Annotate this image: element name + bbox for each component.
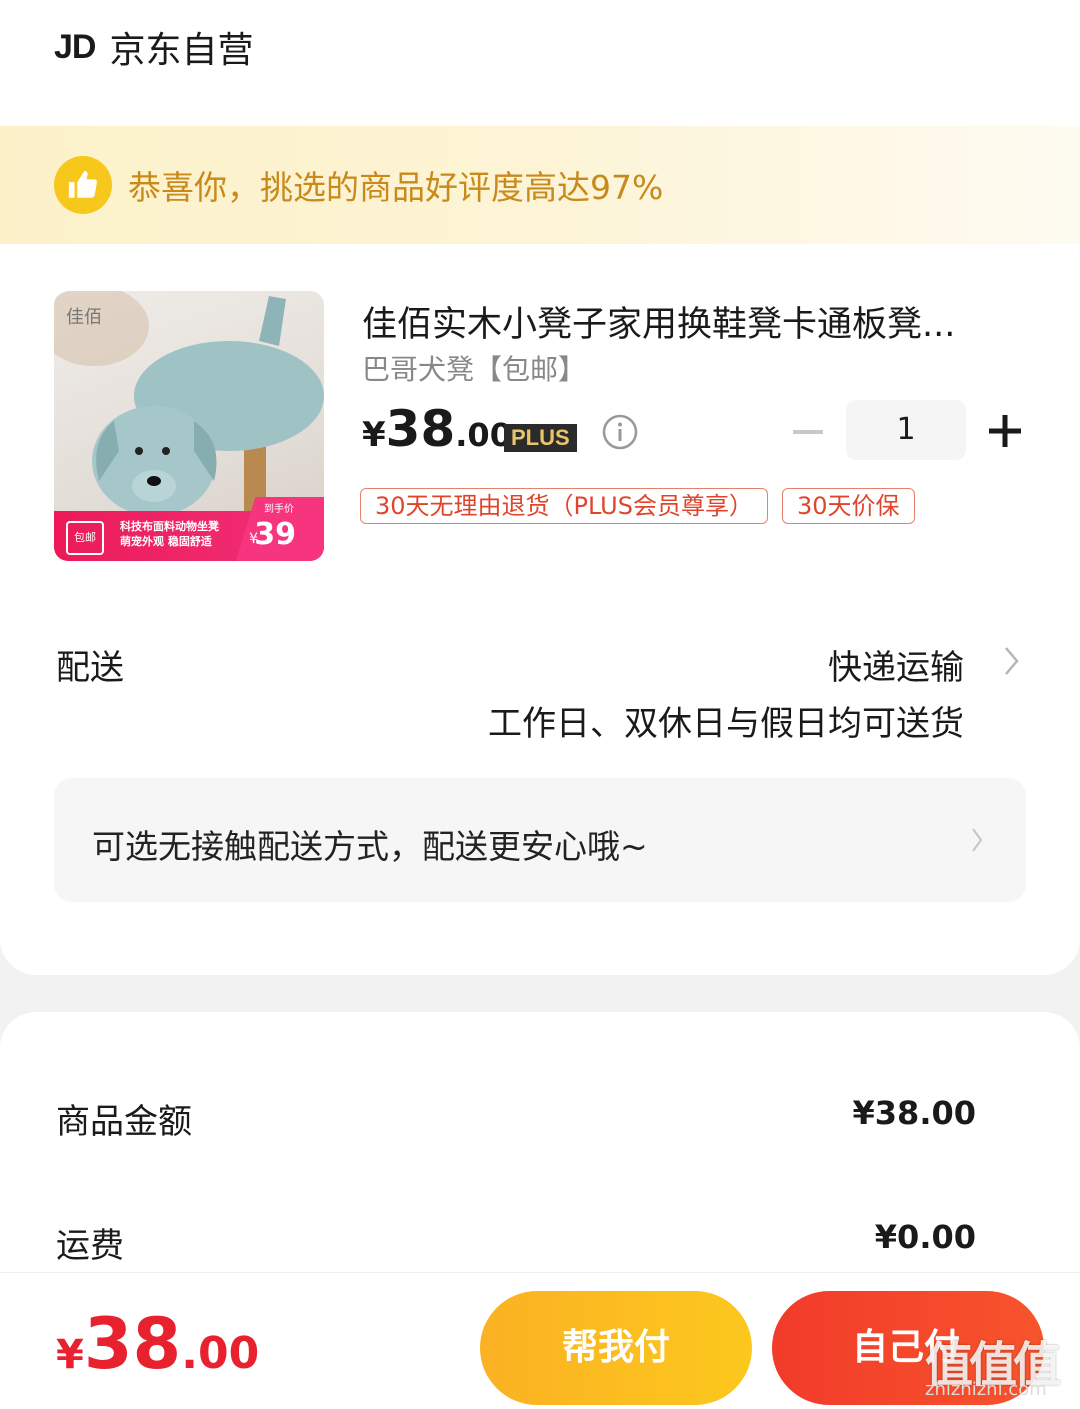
quantity-increase-button[interactable] xyxy=(986,412,1024,450)
help-me-pay-button[interactable]: 帮我付 xyxy=(480,1291,752,1405)
service-tags: 30天无理由退货（PLUS会员尊享） 30天价保 xyxy=(360,488,915,524)
free-shipping-badge: 包邮 xyxy=(66,521,104,555)
order-confirm-page: JD 京东自营 恭喜你，挑选的商品好评度高达97% 佳佰 包邮 科技布面料动物坐… xyxy=(0,0,1080,1409)
ribbon-line-2: 萌宠外观 稳固舒适 xyxy=(120,535,212,548)
quantity-value[interactable]: 1 xyxy=(846,400,966,460)
price-yen: ¥ xyxy=(362,415,386,455)
brand-mark: 佳佰 xyxy=(66,307,102,328)
product-image[interactable]: 佳佰 包邮 科技布面料动物坐凳 萌宠外观 稳固舒适 到手价 ¥ 39 xyxy=(54,291,324,561)
info-icon[interactable] xyxy=(602,414,638,450)
total-price: ¥ 38 .00 xyxy=(56,1303,259,1385)
thumbs-up-icon xyxy=(54,156,112,214)
delivery-label: 配送 xyxy=(56,648,124,688)
price-integer: 38 xyxy=(385,400,456,458)
jd-logo: JD xyxy=(54,27,96,66)
ribbon-price-label: 到手价 xyxy=(264,504,294,515)
quantity-decrease-button[interactable] xyxy=(790,414,826,450)
delivery-note: 工作日、双休日与假日均可送货 xyxy=(488,704,964,744)
chevron-right-icon xyxy=(970,826,984,854)
goods-amount-value: ¥38.00 xyxy=(852,1094,976,1132)
product-title[interactable]: 佳佰实木小凳子家用换鞋凳卡通板凳... xyxy=(362,296,1022,347)
shipping-fee-label: 运费 xyxy=(56,1226,124,1266)
total-integer: 38 xyxy=(83,1303,182,1385)
shop-name: 京东自营 xyxy=(109,30,254,71)
service-tag-price-protect: 30天价保 xyxy=(782,488,915,524)
praise-text: 恭喜你，挑选的商品好评度高达97% xyxy=(128,168,664,207)
shop-header: JD 京东自营 xyxy=(54,22,253,72)
ribbon-text: 科技布面料动物坐凳 萌宠外观 稳固舒适 xyxy=(120,519,219,549)
chevron-right-icon[interactable] xyxy=(1002,644,1022,678)
shipping-fee-value: ¥0.00 xyxy=(874,1218,976,1256)
promo-ribbon: 包邮 科技布面料动物坐凳 萌宠外观 稳固舒适 到手价 ¥ 39 xyxy=(54,497,324,561)
ribbon-price: 39 xyxy=(254,517,296,552)
ribbon-line-1: 科技布面料动物坐凳 xyxy=(120,520,219,533)
watermark-url: zhizhizhi.com xyxy=(925,1379,1047,1400)
contactless-text: 可选无接触配送方式，配送更安心哦~ xyxy=(92,827,648,866)
praise-banner: 恭喜你，挑选的商品好评度高达97% xyxy=(0,126,1080,244)
checkout-bar: ¥ 38 .00 帮我付 自己付 xyxy=(0,1272,1080,1409)
product-spec: 巴哥犬凳【包邮】 xyxy=(362,353,587,386)
total-yen: ¥ xyxy=(56,1332,84,1378)
total-decimal: .00 xyxy=(181,1328,260,1379)
contactless-delivery-option[interactable]: 可选无接触配送方式，配送更安心哦~ xyxy=(54,778,1026,902)
plus-badge: PLUS xyxy=(504,424,577,452)
product-price: ¥ 38 .00 PLUS xyxy=(362,400,577,470)
goods-amount-label: 商品金额 xyxy=(56,1102,192,1142)
delivery-method[interactable]: 快递运输 xyxy=(828,640,964,689)
service-tag-return: 30天无理由退货（PLUS会员尊享） xyxy=(360,488,768,524)
order-card: JD 京东自营 恭喜你，挑选的商品好评度高达97% 佳佰 包邮 科技布面料动物坐… xyxy=(0,0,1080,975)
